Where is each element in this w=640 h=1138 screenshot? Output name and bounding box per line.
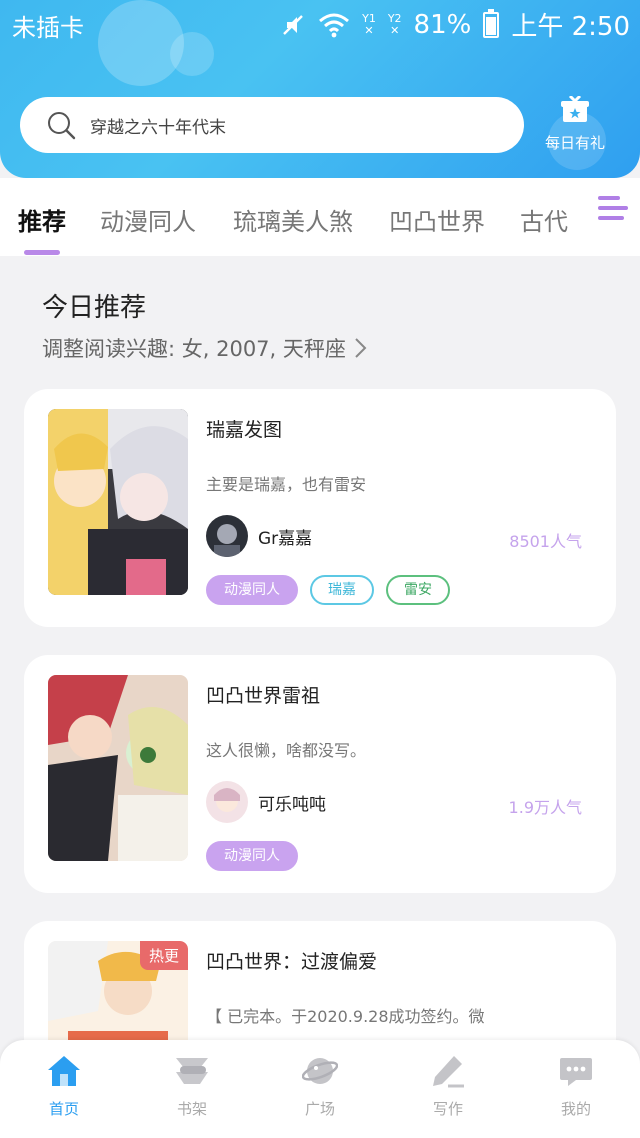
status-icons: Y1 ✕ Y2 ✕ 81% 上午 2:50 <box>280 6 630 43</box>
book-description: 主要是瑞嘉，也有雷安 <box>206 475 367 494</box>
tab-anime-fanfic[interactable]: 动漫同人 <box>100 202 196 237</box>
gift-label: 每日有礼 <box>544 134 605 152</box>
tag-chip[interactable]: 瑞嘉 <box>310 575 374 605</box>
nav-bookshelf[interactable]: 书架 <box>152 1054 232 1119</box>
nav-label: 广场 <box>304 1100 335 1118</box>
section-title: 今日推荐 <box>42 293 147 323</box>
battery-icon <box>483 8 500 38</box>
category-menu-button[interactable] <box>588 178 640 256</box>
nav-write[interactable]: 写作 <box>408 1054 488 1119</box>
avatar <box>206 781 248 823</box>
planet-icon <box>301 1058 339 1084</box>
book-card[interactable]: 瑞嘉发图 主要是瑞嘉，也有雷安 Gr嘉嘉 8501人气 动漫同人 瑞嘉 雷安 <box>24 389 616 627</box>
carrier-label: 未插卡 <box>12 14 84 42</box>
popularity-count: 1.9万人气 <box>508 798 582 817</box>
nav-label: 写作 <box>432 1100 463 1118</box>
book-title: 凹凸世界雷祖 <box>206 685 321 707</box>
battery-percent: 81% <box>413 9 472 40</box>
reading-interest-text: 调整阅读兴趣: 女, 2007, 天秤座 <box>42 337 346 361</box>
sim1-indicator: Y1 ✕ <box>362 11 376 37</box>
book-cover <box>48 675 188 861</box>
tag-list: 动漫同人 瑞嘉 雷安 <box>206 575 450 605</box>
tag-chip[interactable]: 动漫同人 <box>206 575 298 605</box>
book-description: 这人很懒，啥都没写。 <box>206 741 367 760</box>
author-info[interactable]: Gr嘉嘉 <box>206 515 312 557</box>
menu-icon <box>598 196 620 200</box>
chat-icon <box>560 1058 592 1086</box>
tab-recommend[interactable]: 推荐 <box>18 202 66 237</box>
search-icon <box>48 112 76 140</box>
bottom-nav: 首页 书架 广场 写作 我的 <box>0 1040 640 1138</box>
nav-square[interactable]: 广场 <box>280 1054 360 1119</box>
gift-icon <box>561 94 589 122</box>
menu-icon-line <box>598 206 628 210</box>
tab-aotu-world[interactable]: 凹凸世界 <box>389 202 485 237</box>
pen-icon <box>433 1056 464 1088</box>
book-cover <box>48 409 188 595</box>
home-icon <box>48 1056 80 1086</box>
tag-chip[interactable]: 雷安 <box>386 575 450 605</box>
sim2-label: Y2 <box>387 11 402 25</box>
tag-chip[interactable]: 动漫同人 <box>206 841 298 871</box>
menu-icon-line <box>598 216 624 220</box>
nav-label: 书架 <box>176 1100 207 1118</box>
sim1-label: Y1 <box>362 11 376 25</box>
category-tabs: 推荐 动漫同人 琉璃美人煞 凹凸世界 古代 <box>0 178 640 256</box>
nav-label: 我的 <box>560 1100 591 1118</box>
hot-update-badge: 热更 <box>139 941 188 970</box>
sim2-indicator: Y2 ✕ <box>387 11 402 37</box>
author-info[interactable]: 可乐吨吨 <box>206 781 326 823</box>
bookshelf-icon <box>176 1058 208 1084</box>
chevron-right-icon <box>355 338 367 358</box>
book-description: 【 已完本。于2020.9.28成功签约。微 <box>206 1007 485 1026</box>
author-name: 可乐吨吨 <box>258 794 326 815</box>
tab-liuli[interactable]: 琉璃美人煞 <box>233 202 353 237</box>
mute-icon <box>283 14 303 35</box>
search-placeholder: 穿越之六十年代末 <box>90 117 226 138</box>
nav-me[interactable]: 我的 <box>536 1054 616 1119</box>
nav-home[interactable]: 首页 <box>24 1054 104 1119</box>
wifi-icon <box>319 13 350 37</box>
nav-label: 首页 <box>48 1100 79 1118</box>
book-card[interactable]: 凹凸世界雷祖 这人很懒，啥都没写。 可乐吨吨 1.9万人气 动漫同人 <box>24 655 616 893</box>
tab-ancient[interactable]: 古代 <box>520 202 568 237</box>
daily-gift-button[interactable]: 每日有礼 <box>540 94 610 153</box>
search-input[interactable]: 穿越之六十年代末 <box>20 97 524 153</box>
tag-list: 动漫同人 <box>206 841 298 871</box>
active-tab-indicator <box>24 250 60 255</box>
author-name: Gr嘉嘉 <box>258 528 313 549</box>
book-title: 瑞嘉发图 <box>206 419 283 441</box>
avatar <box>206 515 248 557</box>
popularity-count: 8501人气 <box>509 532 582 551</box>
reading-interest-link[interactable]: 调整阅读兴趣: 女, 2007, 天秤座 <box>42 333 368 363</box>
status-bar: 未插卡 Y1 ✕ Y2 ✕ 81% 上午 2:50 <box>0 0 640 46</box>
book-title: 凹凸世界：过渡偏爱 <box>206 951 378 973</box>
clock: 上午 2:50 <box>511 12 630 42</box>
